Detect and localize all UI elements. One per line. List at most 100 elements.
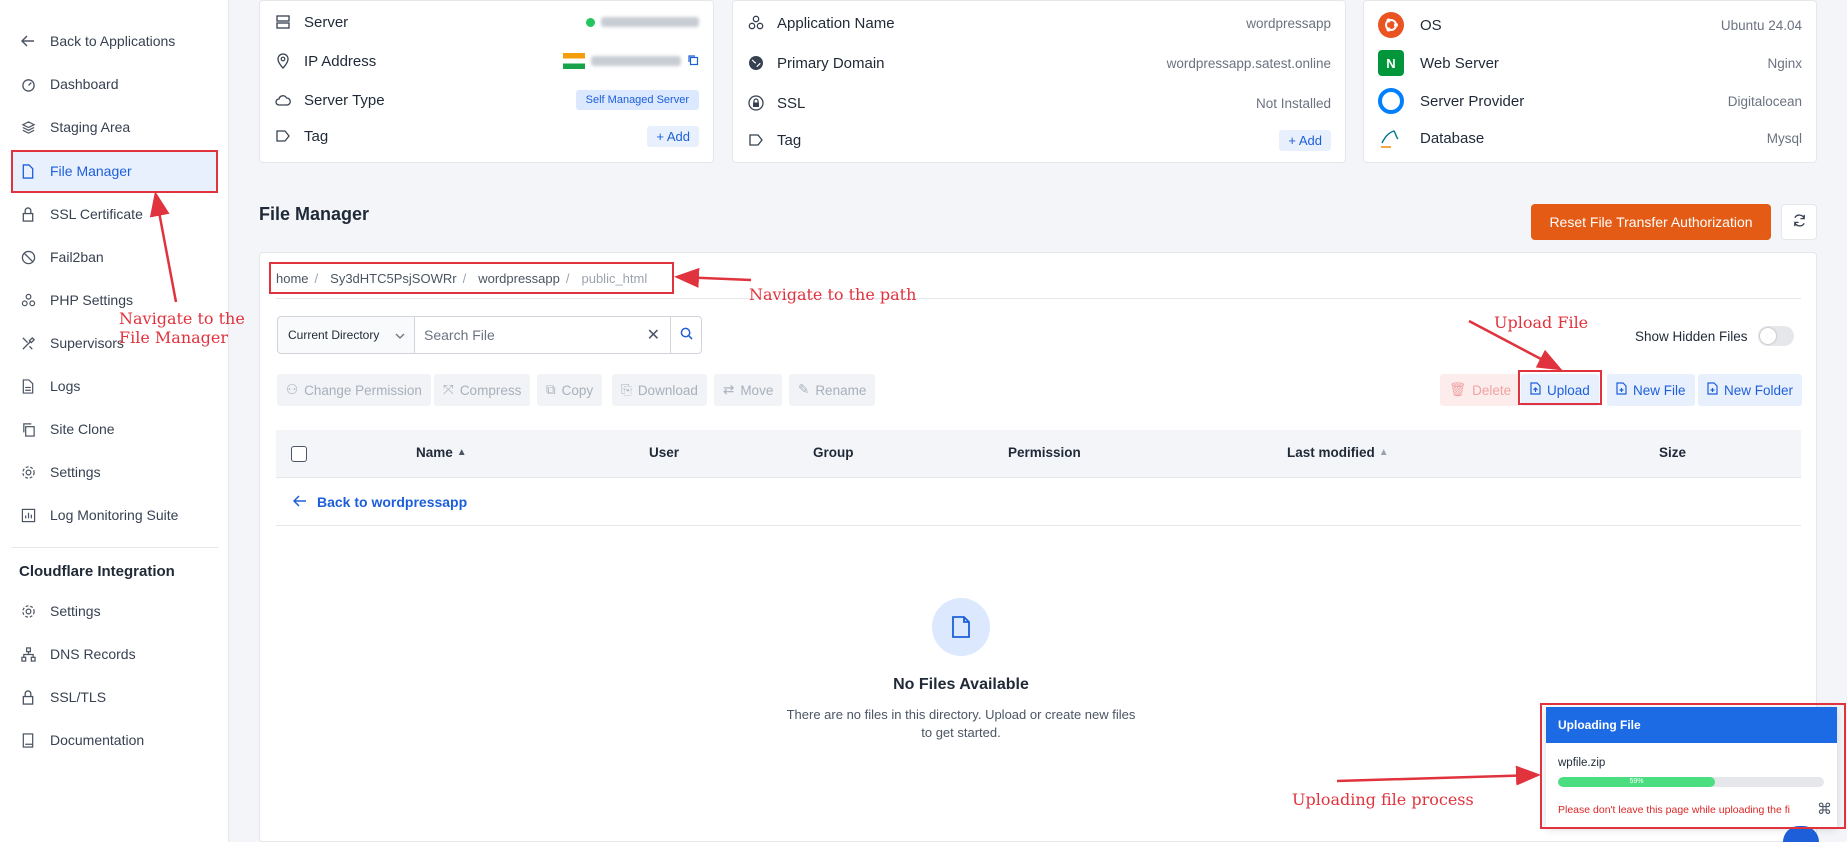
book-icon: [20, 732, 36, 748]
sort-icon: ▲: [1378, 447, 1389, 458]
database-row: Database Mysql: [1378, 125, 1802, 151]
primary-domain-link[interactable]: wordpressapp.satest.online: [1167, 56, 1331, 71]
column-name[interactable]: Name ▲: [416, 445, 467, 460]
refresh-icon: [1792, 213, 1807, 231]
sidebar-item-dashboard[interactable]: Dashboard: [12, 64, 217, 104]
copy-icon[interactable]: [687, 54, 699, 69]
file-table-header: Name ▲ User Group Permission Last modifie…: [276, 430, 1801, 478]
os-row: OS Ubuntu 24.04: [1378, 12, 1802, 38]
tag-icon: [274, 127, 292, 145]
change-permission-button[interactable]: ⚇ Change Permission: [277, 374, 431, 406]
sidebar-item-label: Dashboard: [50, 76, 119, 92]
server-label: Server: [304, 13, 349, 31]
back-to-applications-link[interactable]: Back to Applications: [12, 21, 217, 61]
annotation-box-upload-process: [1540, 703, 1846, 829]
sidebar-item-site-clone[interactable]: Site Clone: [12, 409, 217, 449]
sidebar-item-ssl-certificate[interactable]: SSL Certificate: [12, 194, 217, 234]
sidebar-item-logs[interactable]: Logs: [12, 366, 217, 406]
new-folder-icon: [1707, 382, 1718, 398]
file-manager-title: File Manager: [259, 204, 370, 224]
download-label: Download: [637, 382, 698, 398]
toggle-switch[interactable]: [1757, 326, 1794, 346]
rename-label: Rename: [815, 382, 867, 398]
ubuntu-logo-icon: [1378, 12, 1404, 38]
web-server-label: Web Server: [1420, 54, 1499, 72]
sidebar-item-documentation[interactable]: Documentation: [12, 720, 217, 760]
server-provider-row: Server Provider Digitalocean: [1378, 88, 1802, 114]
sidebar-item-settings[interactable]: Settings: [12, 452, 217, 492]
nginx-logo-icon: N: [1378, 50, 1404, 76]
column-size-label: Size: [1659, 445, 1687, 460]
trash-icon: 🗑: [1449, 382, 1467, 397]
refresh-button[interactable]: [1781, 204, 1817, 240]
compress-button[interactable]: ⤧ Compress: [434, 374, 531, 406]
sidebar-item-label: SSL Certificate: [50, 206, 143, 222]
empty-state-title: No Files Available: [893, 676, 1029, 693]
move-label: Move: [740, 382, 774, 398]
ip-label: IP Address: [304, 52, 377, 70]
sidebar-item-label: Fail2ban: [50, 249, 104, 265]
globe-icon: [747, 54, 765, 72]
add-app-tag-button[interactable]: + Add: [1279, 129, 1331, 151]
annotation-navigate-file-manager: Navigate to the File Manager: [119, 309, 245, 347]
server-provider-value: Digitalocean: [1727, 93, 1802, 109]
column-last-modified[interactable]: Last modified ▲: [1287, 445, 1389, 460]
search-icon: [680, 327, 693, 343]
compress-icon: ⤧: [443, 382, 454, 397]
delete-label: Delete: [1472, 382, 1512, 398]
ip-redacted: [591, 56, 681, 66]
sidebar-item-ssl-tls[interactable]: SSL/TLS: [12, 677, 217, 717]
sidebar-item-dns-records[interactable]: DNS Records: [12, 634, 217, 674]
new-folder-label: New Folder: [1724, 382, 1794, 398]
search-file-input[interactable]: Search File ✕: [414, 316, 671, 354]
compress-label: Compress: [459, 382, 522, 398]
copy-label: Copy: [561, 382, 594, 398]
arrow-left-icon: [292, 494, 307, 510]
application-name-value: wordpressapp: [1246, 15, 1331, 31]
download-button[interactable]: ⎘ Download: [612, 374, 707, 406]
application-name-row: Application Name wordpressapp: [747, 11, 1331, 35]
os-value: Ubuntu 24.04: [1720, 17, 1802, 33]
document-icon: [20, 378, 36, 394]
stack-info-card: OS Ubuntu 24.04 N Web Server Nginx Serve…: [1363, 0, 1817, 163]
show-hidden-files-label: Show Hidden Files: [1635, 328, 1748, 344]
new-folder-button[interactable]: New Folder: [1698, 374, 1803, 406]
php-icon: [20, 292, 36, 308]
select-all-checkbox[interactable]: [291, 446, 307, 462]
sidebar-item-cloudflare-settings[interactable]: Settings: [12, 591, 217, 631]
rename-button[interactable]: ✎ Rename: [789, 374, 876, 406]
copy-button[interactable]: ⧉ Copy: [537, 374, 603, 406]
change-permission-label: Change Permission: [304, 382, 422, 398]
column-permission-label: Permission: [1008, 445, 1081, 460]
lock-icon: [20, 206, 36, 222]
new-file-button[interactable]: New File: [1607, 374, 1695, 406]
india-flag-icon: [563, 53, 585, 69]
move-button[interactable]: ⇄ Move: [714, 374, 783, 406]
sidebar-item-log-monitoring-suite[interactable]: Log Monitoring Suite: [12, 495, 217, 535]
pencil-icon: ✎: [798, 382, 810, 397]
sidebar-divider: [12, 547, 218, 548]
sidebar-item-staging-area[interactable]: Staging Area: [12, 107, 217, 147]
ip-value: [563, 53, 699, 69]
delete-button[interactable]: 🗑 Delete: [1440, 374, 1521, 406]
reset-file-transfer-button[interactable]: Reset File Transfer Authorization: [1531, 204, 1771, 240]
search-button[interactable]: [671, 316, 702, 354]
tag-label: Tag: [777, 131, 802, 149]
directory-scope-select[interactable]: Current Directory: [277, 316, 415, 354]
annotation-box-file-manager: [11, 150, 218, 193]
sidebar-item-fail2ban[interactable]: Fail2ban: [12, 237, 217, 277]
layers-icon: [20, 119, 36, 135]
annotation-box-breadcrumb: [269, 262, 674, 294]
download-icon: ⎘: [621, 382, 632, 397]
column-user-label: User: [649, 445, 680, 460]
column-size: Size: [1659, 445, 1686, 460]
add-server-tag-button[interactable]: + Add: [647, 125, 699, 147]
clear-search-icon[interactable]: ✕: [647, 325, 660, 345]
show-hidden-files-toggle[interactable]: Show Hidden Files: [1635, 326, 1794, 346]
server-type-row: Server Type Self Managed Server: [274, 88, 699, 112]
server-name-redacted: [601, 17, 699, 27]
sidebar-item-label: SSL/TLS: [50, 689, 107, 705]
server-value: [586, 17, 699, 27]
application-info-card: Application Name wordpressapp Primary Do…: [732, 0, 1346, 163]
back-to-app-link[interactable]: Back to wordpressapp: [276, 478, 1801, 526]
